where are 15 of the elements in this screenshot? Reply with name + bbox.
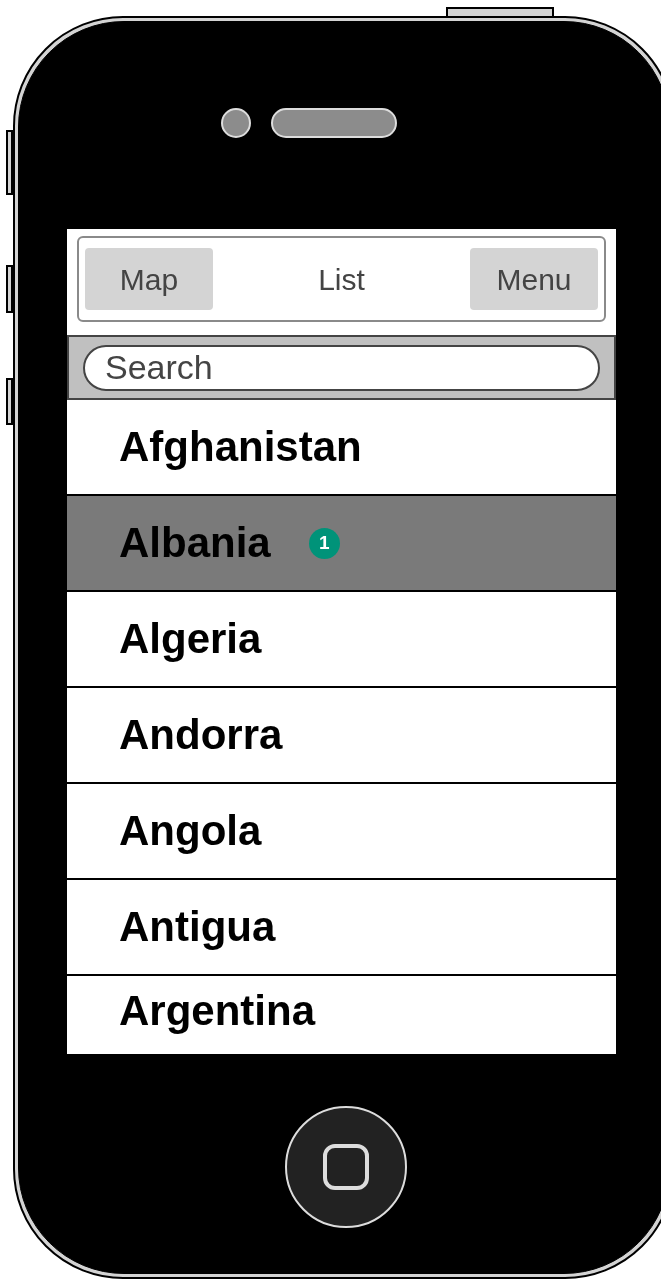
nav-title: List (318, 261, 365, 298)
map-button[interactable]: Map (85, 248, 213, 310)
country-name: Argentina (119, 986, 315, 1036)
camera-icon (221, 108, 251, 138)
search-field[interactable]: Search (83, 344, 600, 391)
speaker-icon (271, 108, 397, 138)
country-name: Antigua (119, 901, 276, 952)
menu-button[interactable]: Menu (470, 248, 598, 310)
country-name: Afghanistan (119, 421, 362, 472)
country-name: Albania (119, 517, 271, 568)
country-row[interactable]: Albania 1 (67, 496, 616, 592)
country-name: Andorra (119, 709, 283, 760)
count-badge: 1 (308, 527, 340, 559)
country-name: Angola (119, 805, 262, 856)
country-name: Algeria (119, 613, 262, 664)
